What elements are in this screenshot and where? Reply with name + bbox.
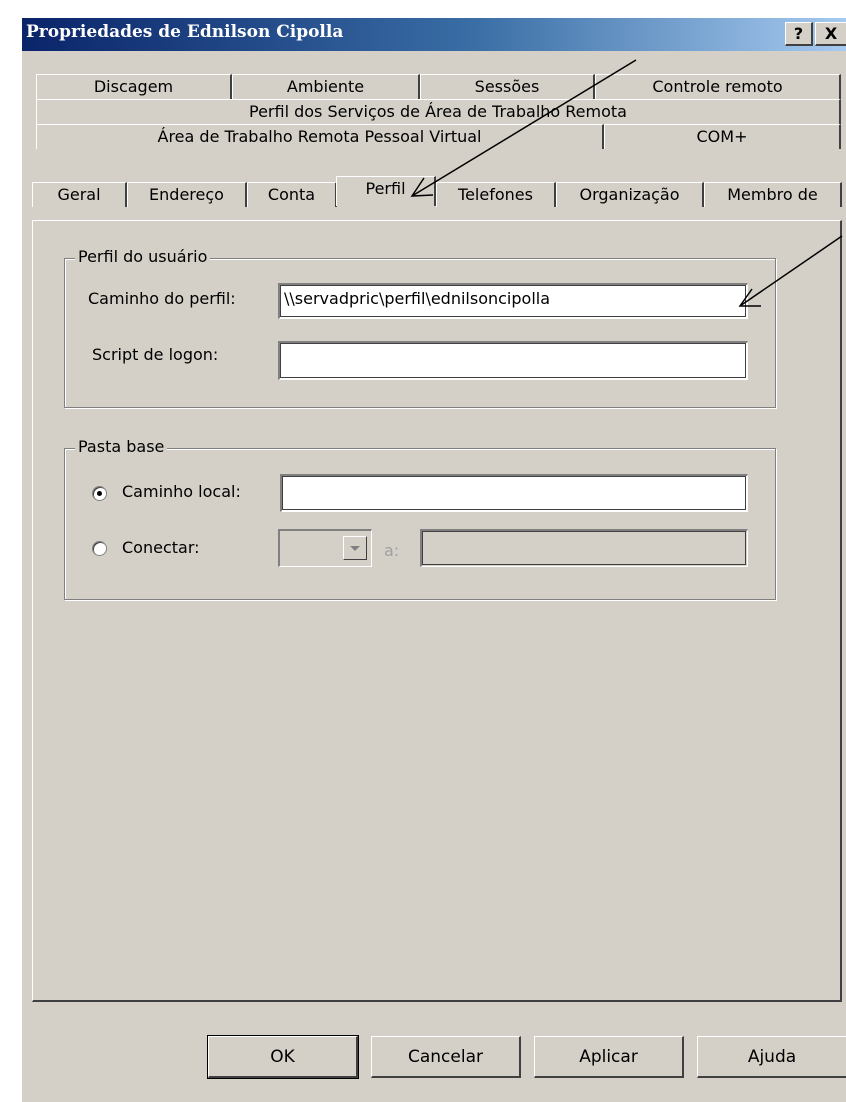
tab-conta[interactable]: Conta bbox=[247, 182, 337, 207]
help-button[interactable]: ? bbox=[785, 22, 813, 46]
tab-ambiente[interactable]: Ambiente bbox=[232, 74, 420, 99]
tab-perfil-servicos-area-trabalho-remota[interactable]: Perfil dos Serviços de Área de Trabalho … bbox=[36, 99, 841, 124]
drive-letter-combo[interactable] bbox=[278, 529, 372, 567]
apply-button[interactable]: Aplicar bbox=[534, 1036, 684, 1078]
local-path-radio[interactable] bbox=[92, 486, 107, 501]
local-path-input[interactable] bbox=[280, 474, 748, 512]
tab-endereco[interactable]: Endereço bbox=[127, 182, 247, 207]
dropdown-button[interactable] bbox=[343, 536, 367, 560]
profile-path-input[interactable]: \\servadpric\perfil\ednilsoncipolla bbox=[278, 283, 748, 319]
close-button[interactable]: X bbox=[815, 22, 846, 46]
ok-button[interactable]: OK bbox=[207, 1035, 359, 1079]
tab-perfil[interactable]: Perfil bbox=[336, 176, 436, 206]
tab-sessoes[interactable]: Sessões bbox=[420, 74, 595, 99]
window-title: Propriedades de Ednilson Cipolla bbox=[26, 22, 344, 42]
home-folder-legend: Pasta base bbox=[75, 437, 168, 456]
tab-geral[interactable]: Geral bbox=[32, 182, 127, 207]
cancel-button[interactable]: Cancelar bbox=[371, 1036, 521, 1078]
to-label: a: bbox=[384, 541, 400, 560]
profile-path-label: Caminho do perfil: bbox=[88, 289, 236, 308]
connect-label: Conectar: bbox=[122, 538, 200, 557]
help-dialog-button[interactable]: Ajuda bbox=[697, 1036, 846, 1078]
chevron-down-icon bbox=[350, 546, 360, 551]
tab-discagem[interactable]: Discagem bbox=[36, 74, 232, 99]
home-folder-group bbox=[64, 448, 776, 600]
connect-radio[interactable] bbox=[92, 541, 107, 556]
tab-organizacao[interactable]: Organização bbox=[556, 182, 704, 207]
tab-controle-remoto[interactable]: Controle remoto bbox=[595, 74, 841, 99]
user-profile-group bbox=[64, 258, 776, 408]
tab-telefones[interactable]: Telefones bbox=[436, 182, 556, 207]
radio-selected-dot bbox=[97, 491, 102, 496]
tab-com-plus[interactable]: COM+ bbox=[604, 124, 841, 149]
tab-area-trabalho-remota-pessoal-virtual[interactable]: Área de Trabalho Remota Pessoal Virtual bbox=[36, 124, 604, 149]
logon-script-input[interactable] bbox=[278, 341, 748, 380]
user-profile-legend: Perfil do usuário bbox=[75, 247, 211, 266]
tab-membro-de[interactable]: Membro de bbox=[704, 182, 842, 207]
connect-path-input[interactable] bbox=[420, 529, 748, 567]
logon-script-label: Script de logon: bbox=[92, 345, 219, 364]
local-path-label: Caminho local: bbox=[122, 482, 241, 501]
